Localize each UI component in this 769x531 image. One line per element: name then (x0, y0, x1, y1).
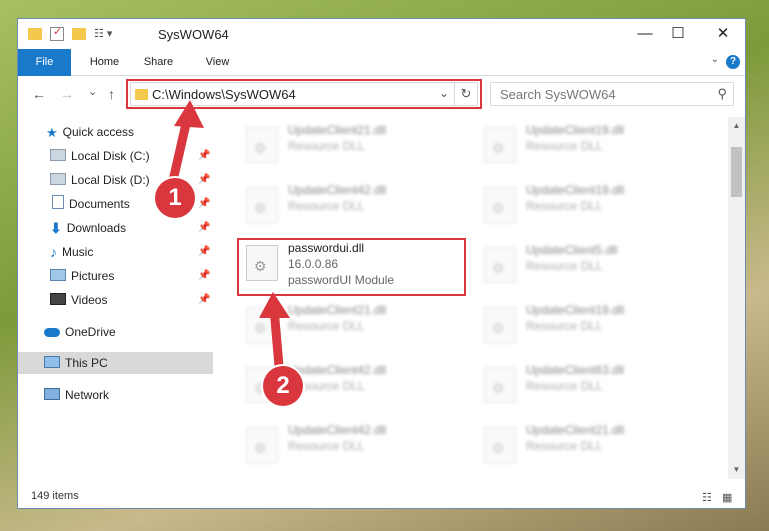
onedrive-icon (44, 328, 60, 337)
dll-file-icon: ⚙ (484, 367, 516, 403)
scroll-down-arrow[interactable]: ▼ (728, 465, 745, 474)
file-item[interactable]: ⚙ UpdateClient5.dll Resource DLL (476, 239, 696, 291)
sidebar-item-local-disk-d[interactable]: Local Disk (D:) (50, 169, 150, 191)
file-item[interactable]: ⚙ UpdateClient42.dll Resource DLL (238, 179, 458, 231)
file-item[interactable]: ⚙ UpdateClient21.dll Resource DLL (238, 119, 458, 171)
drive-icon (50, 149, 66, 161)
window-title: SysWOW64 (158, 27, 229, 42)
new-folder-icon[interactable] (72, 28, 86, 40)
dll-file-icon: ⚙ (246, 427, 278, 463)
dll-file-icon: ⚙ (246, 127, 278, 163)
pin-icon[interactable]: 📌 (198, 294, 210, 305)
close-button[interactable]: ✕ (708, 23, 738, 45)
sidebar-item-network[interactable]: Network (44, 384, 109, 406)
file-item[interactable]: ⚙ UpdateClient42.dll Resource DLL (238, 419, 458, 471)
scroll-thumb[interactable] (731, 147, 742, 197)
pin-icon[interactable]: 📌 (198, 150, 210, 161)
customize-toolbar-icon[interactable]: ☷ ▾ (94, 27, 112, 41)
help-button[interactable]: ? (726, 55, 740, 69)
videos-icon (50, 293, 66, 305)
documents-icon (52, 195, 64, 209)
dll-file-icon: ⚙ (484, 187, 516, 223)
sidebar-item-quick-access[interactable]: ★ Quick access (46, 121, 134, 143)
item-count: 149 items (31, 490, 79, 502)
annotation-arrow-2 (259, 292, 290, 383)
search-box[interactable]: Search SysWOW64 ⚲ (490, 82, 734, 106)
sidebar-item-pictures[interactable]: Pictures (50, 265, 114, 287)
dll-file-icon: ⚙ (484, 427, 516, 463)
annotation-marker-1: 1 (155, 178, 195, 218)
recent-locations-button[interactable]: ⌄ (88, 85, 97, 98)
properties-icon[interactable]: ✓ (50, 26, 64, 41)
file-item[interactable]: ⚙ UpdateClient19.dll Resource DLL (476, 299, 696, 351)
file-highlight-box (237, 238, 466, 296)
navigation-pane: ★ Quick access Local Disk (C:) 📌 Local Di… (18, 117, 213, 479)
large-icons-view-icon[interactable]: ▦ (722, 491, 732, 504)
file-item[interactable]: ⚙ UpdateClient21.dll Resource DLL (476, 419, 696, 471)
star-icon: ★ (46, 125, 58, 140)
pin-icon[interactable]: 📌 (198, 270, 210, 281)
back-button[interactable]: ← (32, 86, 46, 102)
pictures-icon (50, 269, 66, 281)
sidebar-item-documents[interactable]: Documents (50, 193, 130, 215)
sidebar-item-downloads[interactable]: ⬇ Downloads (50, 217, 126, 239)
vertical-scrollbar[interactable]: ▲ ▼ (728, 117, 745, 479)
pin-icon[interactable]: 📌 (198, 174, 210, 185)
forward-button[interactable]: → (60, 86, 74, 102)
explorer-window: ✓ ☷ ▾ SysWOW64 — ☐ ✕ File Home Share Vie… (17, 18, 746, 509)
pin-icon[interactable]: 📌 (198, 198, 210, 209)
minimize-button[interactable]: — (630, 23, 660, 45)
ribbon-tabs: File Home Share View ⌄ ? (18, 49, 745, 101)
tab-view[interactable]: View (195, 49, 240, 75)
sidebar-item-local-disk-c[interactable]: Local Disk (C:) (50, 145, 150, 167)
downloads-icon: ⬇ (50, 220, 62, 236)
search-icon[interactable]: ⚲ (717, 86, 727, 102)
dll-file-icon: ⚙ (484, 247, 516, 283)
computer-icon (44, 356, 60, 368)
search-input[interactable]: Search SysWOW64 (500, 87, 616, 102)
file-item[interactable]: ⚙ UpdateClient19.dll Resource DLL (476, 119, 696, 171)
annotation-marker-2: 2 (263, 366, 303, 406)
dll-file-icon: ⚙ (484, 307, 516, 343)
file-list: ⚙ UpdateClient21.dll Resource DLL ⚙ Upda… (214, 117, 728, 479)
navigation-bar: ← → ⌄ ↑ C:\Windows\SysWOW64 ⌄ ↻ Search S… (18, 76, 745, 116)
sidebar-item-this-pc[interactable]: This PC (18, 352, 213, 374)
up-button[interactable]: ↑ (108, 86, 115, 102)
dll-file-icon: ⚙ (246, 187, 278, 223)
sidebar-item-music[interactable]: ♪ Music (50, 241, 93, 263)
drive-icon (50, 173, 66, 185)
music-icon: ♪ (50, 244, 57, 260)
file-item[interactable]: ⚙ UpdateClient63.dll Resource DLL (476, 359, 696, 411)
pin-icon[interactable]: 📌 (198, 222, 210, 233)
tab-share[interactable]: Share (136, 49, 181, 75)
pin-icon[interactable]: 📌 (198, 246, 210, 257)
expand-ribbon-icon[interactable]: ⌄ (711, 54, 719, 65)
maximize-button[interactable]: ☐ (663, 23, 693, 45)
sidebar-item-onedrive[interactable]: OneDrive (44, 321, 116, 343)
sidebar-item-videos[interactable]: Videos (50, 289, 107, 311)
tab-home[interactable]: Home (82, 49, 127, 75)
network-icon (44, 388, 60, 400)
folder-icon[interactable] (28, 28, 42, 40)
scroll-up-arrow[interactable]: ▲ (728, 121, 745, 130)
title-bar: ✓ ☷ ▾ SysWOW64 — ☐ ✕ (18, 19, 745, 49)
dll-file-icon: ⚙ (484, 127, 516, 163)
details-view-icon[interactable]: ☷ (702, 491, 712, 504)
file-item[interactable]: ⚙ UpdateClient19.dll Resource DLL (476, 179, 696, 231)
status-bar: 149 items ☷ ▦ (18, 479, 745, 508)
address-highlight-box (126, 79, 482, 109)
